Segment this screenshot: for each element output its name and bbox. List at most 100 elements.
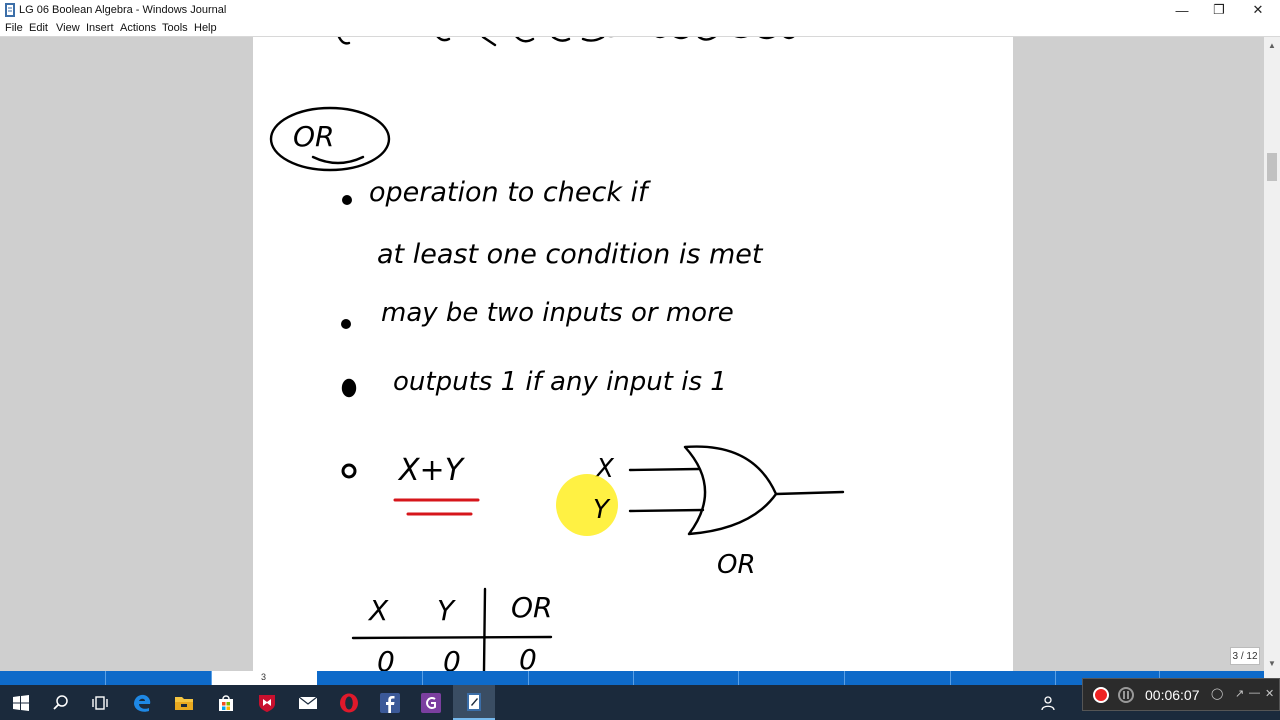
page-tab[interactable] bbox=[529, 671, 634, 685]
close-icon: ✕ bbox=[1252, 2, 1264, 17]
facebook-icon bbox=[380, 692, 400, 713]
windows-start-icon bbox=[13, 694, 29, 711]
pdf-app-button[interactable] bbox=[410, 685, 452, 720]
people-icon bbox=[1041, 695, 1055, 710]
journal-workspace: OR operation to check if at least one co… bbox=[0, 37, 1264, 671]
chevron-up-icon: ▲ bbox=[1268, 40, 1276, 50]
title-bar: LG 06 Boolean Algebra - Windows Journal … bbox=[0, 0, 1280, 20]
page-tab[interactable] bbox=[739, 671, 845, 685]
windows-journal-icon bbox=[467, 692, 481, 711]
or-gate-symbol bbox=[683, 445, 778, 536]
vertical-scrollbar[interactable]: ▲ ▼ bbox=[1264, 37, 1280, 671]
table-header-x: X bbox=[367, 594, 389, 627]
facebook-button[interactable] bbox=[369, 685, 411, 720]
search-icon bbox=[53, 694, 68, 710]
task-view-button[interactable] bbox=[79, 685, 121, 720]
table-header-y: Y bbox=[437, 594, 456, 627]
file-explorer-icon bbox=[175, 696, 193, 710]
scrollbar-thumb[interactable] bbox=[1267, 153, 1277, 181]
edge-icon bbox=[134, 694, 151, 712]
scroll-down-button[interactable]: ▼ bbox=[1264, 655, 1280, 671]
pdf-icon bbox=[421, 692, 441, 713]
page-tab[interactable] bbox=[634, 671, 739, 685]
menu-edit[interactable]: Edit bbox=[29, 22, 48, 34]
menu-insert[interactable]: Insert bbox=[86, 22, 114, 34]
screen-recorder-widget: 00:06:07 ◯ ↗ — ✕ bbox=[1082, 678, 1280, 711]
page-tab[interactable] bbox=[423, 671, 529, 685]
menu-help[interactable]: Help bbox=[194, 22, 217, 34]
table-vertical-rule bbox=[482, 587, 487, 671]
page-navigation-bar[interactable]: 3 bbox=[0, 671, 1264, 685]
store-button[interactable] bbox=[205, 685, 247, 720]
menu-bar: File Edit View Insert Actions Tools Help bbox=[0, 20, 1280, 37]
gate-output-wire bbox=[774, 490, 845, 496]
maximize-button[interactable]: ❐ bbox=[1199, 0, 1239, 20]
bullet-1-line-1: operation to check if bbox=[369, 177, 651, 208]
file-explorer-button[interactable] bbox=[163, 685, 205, 720]
pause-button[interactable] bbox=[1118, 687, 1134, 703]
heading-underline bbox=[311, 155, 365, 165]
menu-file[interactable]: File bbox=[5, 22, 23, 34]
menu-tools[interactable]: Tools bbox=[162, 22, 188, 34]
pop-out-icon[interactable]: ↗ bbox=[1235, 687, 1244, 700]
handwritten-ink: OR operation to check if at least one co… bbox=[269, 37, 845, 671]
start-button[interactable] bbox=[0, 685, 42, 720]
bullet-4 bbox=[341, 463, 357, 479]
close-button[interactable]: ✕ bbox=[1238, 0, 1278, 20]
page-tab[interactable] bbox=[106, 671, 212, 685]
page-tab[interactable] bbox=[845, 671, 951, 685]
mcafee-button[interactable] bbox=[246, 685, 288, 720]
current-page-number: 3 bbox=[261, 672, 267, 682]
gate-input-y-wire bbox=[628, 508, 705, 513]
opera-icon bbox=[340, 693, 358, 712]
menu-actions[interactable]: Actions bbox=[120, 22, 156, 34]
scroll-up-button[interactable]: ▲ bbox=[1264, 37, 1280, 53]
page-tab[interactable] bbox=[951, 671, 1056, 685]
bullet-1 bbox=[342, 195, 352, 205]
page-tab-current[interactable]: 3 bbox=[212, 671, 317, 685]
table-header-or: OR bbox=[511, 591, 553, 624]
bullet-3-text: outputs 1 if any input is 1 bbox=[393, 367, 727, 397]
search-button[interactable] bbox=[40, 685, 82, 720]
table-horizontal-rule bbox=[351, 635, 553, 640]
edge-button[interactable] bbox=[121, 685, 163, 720]
expression-text: X+Y bbox=[397, 453, 466, 488]
record-stop-button[interactable] bbox=[1093, 687, 1109, 703]
people-button[interactable] bbox=[1028, 685, 1070, 720]
menu-view[interactable]: View bbox=[56, 22, 80, 34]
minimize-recorder-icon[interactable]: — bbox=[1249, 687, 1260, 699]
recording-time: 00:06:07 bbox=[1145, 687, 1200, 703]
table-cell: 0 bbox=[377, 645, 395, 671]
restore-icon: ❐ bbox=[1213, 2, 1225, 17]
pause-icon bbox=[1123, 691, 1129, 699]
page-indicator: 3 / 12 bbox=[1230, 647, 1260, 665]
mail-icon bbox=[298, 696, 318, 709]
task-view-icon bbox=[92, 695, 108, 710]
minimize-icon: — bbox=[1175, 2, 1189, 18]
chevron-down-icon: ▼ bbox=[1268, 658, 1276, 668]
table-cell: 0 bbox=[519, 643, 537, 671]
mcafee-icon bbox=[259, 694, 275, 712]
bullet-2 bbox=[341, 319, 351, 329]
gate-label: OR bbox=[717, 550, 756, 580]
gate-input-x-wire bbox=[628, 467, 701, 472]
page-tab[interactable] bbox=[0, 671, 106, 685]
windows-journal-taskbar-button[interactable] bbox=[453, 685, 495, 720]
window-title: LG 06 Boolean Algebra - Windows Journal bbox=[19, 4, 227, 16]
close-recorder-icon[interactable]: ✕ bbox=[1265, 687, 1274, 700]
shield-icon[interactable]: ◯ bbox=[1211, 687, 1223, 700]
store-icon bbox=[219, 694, 233, 711]
bullet-1-line-2: at least one condition is met bbox=[377, 239, 764, 270]
minimize-button[interactable]: — bbox=[1162, 0, 1202, 20]
previous-line-ink bbox=[337, 37, 795, 47]
table-cell: 0 bbox=[443, 645, 461, 671]
bullet-3 bbox=[341, 378, 357, 398]
opera-button[interactable] bbox=[328, 685, 370, 720]
bullet-2-text: may be two inputs or more bbox=[381, 298, 734, 328]
page-tab[interactable] bbox=[317, 671, 423, 685]
heading-or: OR bbox=[293, 120, 335, 153]
note-page[interactable]: OR operation to check if at least one co… bbox=[253, 37, 1013, 671]
gate-input-y-label: Y bbox=[593, 495, 611, 525]
windows-journal-app-icon bbox=[5, 3, 15, 17]
mail-button[interactable] bbox=[287, 685, 329, 720]
